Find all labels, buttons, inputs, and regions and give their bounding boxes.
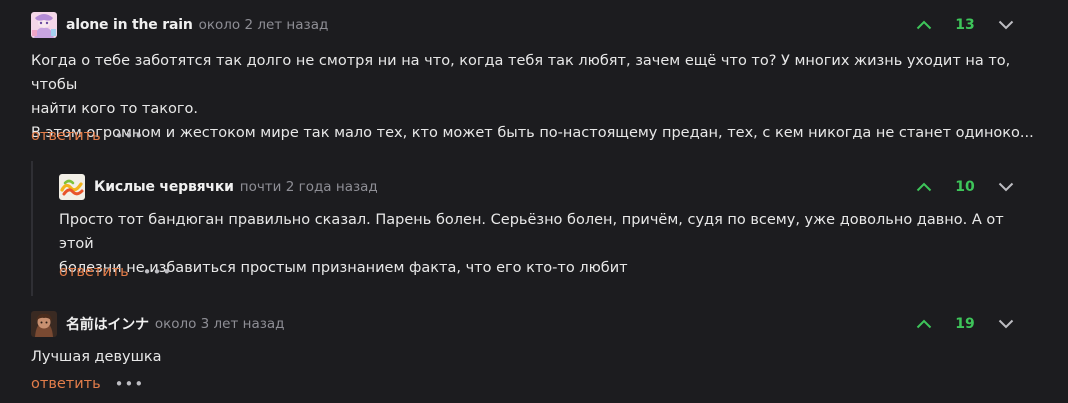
avatar[interactable] [31,12,57,38]
comment-text-line: Просто тот бандюган правильно сказал. Па… [59,212,1004,252]
comment-text: Лучшая девушка [31,345,1041,369]
comment-author[interactable]: 名前はインナ [66,314,149,334]
chevron-up-icon[interactable] [914,314,934,334]
comment-score: 19 [955,316,975,332]
chevron-up-icon[interactable] [914,177,934,197]
comment-actions: ответить ••• [31,373,144,395]
reply-button[interactable]: ответить [59,264,129,280]
comment-header: alone in the rain около 2 лет назад [31,11,328,39]
comment-timestamp: почти 2 года назад [239,179,378,195]
comment-text-line: болезни не избавиться простым признанием… [59,260,628,276]
more-options-icon[interactable]: ••• [115,376,145,392]
chevron-up-icon[interactable] [914,15,934,35]
comment-text-line: В этом огромном и жестоком мире так мало… [31,125,1034,141]
vote-controls: 10 [914,173,1016,201]
comment-text: Когда о тебе заботятся так долго не смот… [31,49,1041,145]
more-options-icon[interactable]: ••• [143,264,173,280]
chevron-down-icon[interactable] [996,177,1016,197]
comment-score: 10 [955,179,975,195]
comment-header: 名前はインナ около 3 лет назад [31,310,285,338]
avatar[interactable] [59,174,85,200]
vote-controls: 19 [914,310,1016,338]
avatar[interactable] [31,311,57,337]
comment-author[interactable]: Кислые червячки [94,179,234,195]
comment-text: Просто тот бандюган правильно сказал. Па… [59,208,1039,280]
comment-author[interactable]: alone in the rain [66,17,193,33]
comment-score: 13 [955,17,975,33]
comment-text-line: Когда о тебе заботятся так долго не смот… [31,53,1011,93]
more-options-icon[interactable]: ••• [115,128,145,144]
thread-line [31,161,33,296]
vote-controls: 13 [914,11,1016,39]
chevron-down-icon[interactable] [996,314,1016,334]
comment-actions: ответить ••• [59,261,172,283]
comment-text-line: Лучшая девушка [31,349,162,365]
reply-button[interactable]: ответить [31,376,101,392]
reply-button[interactable]: ответить [31,128,101,144]
comment-timestamp: около 3 лет назад [154,316,285,332]
chevron-down-icon[interactable] [996,15,1016,35]
comment-timestamp: около 2 лет назад [198,17,329,33]
comment-actions: ответить ••• [31,125,144,147]
comment-text-line: найти кого то такого. [31,101,198,117]
comment-header: Кислые червячки почти 2 года назад [59,173,378,201]
